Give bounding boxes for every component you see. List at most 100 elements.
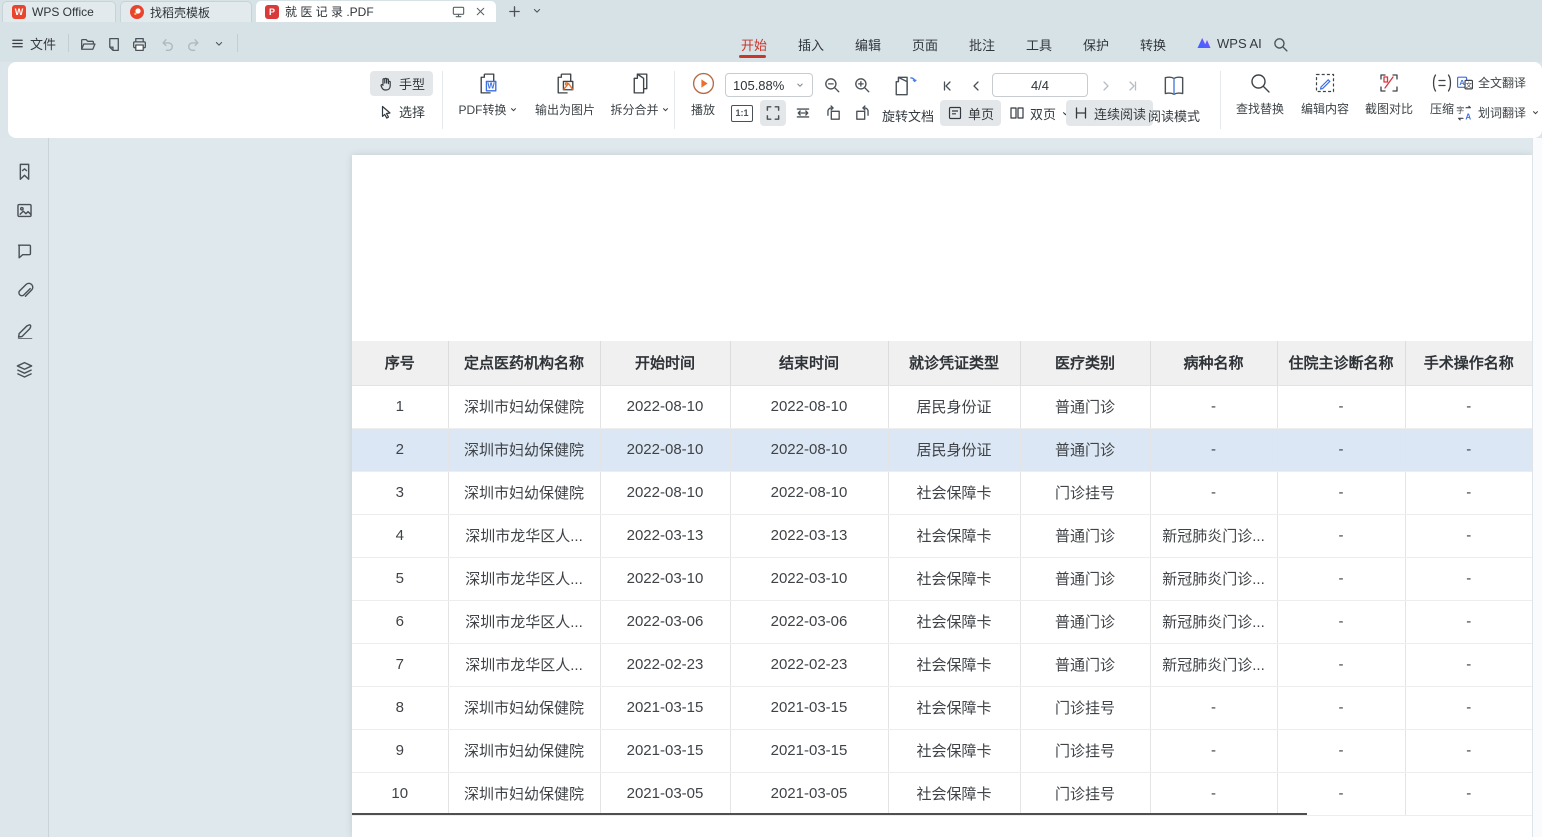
reading-mode-label[interactable]: 阅读模式 <box>1148 106 1200 125</box>
book-icon <box>1161 73 1187 99</box>
rotate-right-button[interactable] <box>852 102 874 124</box>
zoom-out-button[interactable] <box>822 75 842 95</box>
table-cell: 深圳市妇幼保健院 <box>448 772 600 815</box>
vertical-scrollbar[interactable] <box>1532 138 1542 837</box>
menu-item-convert[interactable]: 转换 <box>1138 33 1168 56</box>
menu-item-insert[interactable]: 插入 <box>796 33 826 56</box>
continuous-reading-button[interactable]: 连续阅读 <box>1066 100 1153 126</box>
play-button[interactable]: 播放 <box>680 68 726 132</box>
table-cell: 普通门诊 <box>1020 557 1150 600</box>
find-replace-label: 查找替换 <box>1236 100 1284 117</box>
rotate-left-button[interactable] <box>822 102 844 124</box>
monitor-icon[interactable] <box>451 4 466 19</box>
split-merge-button[interactable]: 拆分合并 <box>604 68 676 132</box>
table-cell: 6 <box>352 600 448 643</box>
select-tool-button[interactable]: 选择 <box>370 99 433 124</box>
table-cell: 新冠肺炎门诊... <box>1150 643 1277 686</box>
wps-ai-button[interactable]: WPS AI <box>1196 32 1262 54</box>
zoom-level-select[interactable]: 105.88% <box>725 73 813 97</box>
select-tool-label: 选择 <box>399 102 425 121</box>
divider <box>674 71 675 129</box>
single-page-button[interactable]: 单页 <box>940 100 1001 126</box>
quick-access-chevron-icon[interactable] <box>209 34 229 54</box>
table-cell: 2022-03-10 <box>600 557 730 600</box>
tab-wps-office[interactable]: W WPS Office <box>2 1 116 22</box>
bookmark-icon[interactable] <box>13 160 35 182</box>
table-cell: 门诊挂号 <box>1020 471 1150 514</box>
menu-item-edit[interactable]: 编辑 <box>853 33 883 56</box>
tab-document-active[interactable]: P 就 医 记 录 .PDF <box>256 1 496 22</box>
zoom-in-button[interactable] <box>852 75 872 95</box>
find-replace-button[interactable]: 查找替换 <box>1228 68 1292 132</box>
undo-icon[interactable] <box>157 34 177 54</box>
file-menu-button[interactable]: 文件 <box>10 32 56 54</box>
rotate-document-label[interactable]: 旋转文档 <box>882 106 934 125</box>
tab-docer-templates[interactable]: 找稻壳模板 <box>120 1 252 22</box>
export-image-button[interactable]: 输出为图片 <box>528 68 602 132</box>
screenshot-compare-button[interactable]: 截图对比 <box>1358 68 1420 132</box>
menu-item-page[interactable]: 页面 <box>910 33 940 56</box>
save-icon[interactable] <box>103 34 123 54</box>
table-row: 3深圳市妇幼保健院2022-08-102022-08-10社会保障卡门诊挂号--… <box>352 471 1532 514</box>
menu-item-tools[interactable]: 工具 <box>1024 33 1054 56</box>
menu-search-icon[interactable] <box>1270 34 1290 54</box>
first-page-button[interactable] <box>938 76 958 96</box>
fit-width-button[interactable] <box>792 103 814 123</box>
hand-tool-button[interactable]: 手型 <box>370 71 433 96</box>
table-cell: 2021-03-15 <box>730 686 888 729</box>
menu-bar: 文件 开始 插入 编辑 页面 批注 工具 保护 转换 WPS AI <box>0 22 1542 62</box>
column-header: 医疗类别 <box>1020 341 1150 385</box>
print-icon[interactable] <box>129 34 149 54</box>
table-cell: 门诊挂号 <box>1020 729 1150 772</box>
table-cell: 2022-03-06 <box>730 600 888 643</box>
open-folder-icon[interactable] <box>77 34 97 54</box>
compress-icon <box>1430 71 1454 95</box>
column-header: 手术操作名称 <box>1405 341 1532 385</box>
last-page-button[interactable] <box>1122 76 1142 96</box>
full-text-translate-button[interactable]: A文 全文翻译 <box>1456 74 1526 91</box>
tab-list-chevron-icon[interactable] <box>528 2 546 20</box>
table-cell: 普通门诊 <box>1020 600 1150 643</box>
pdf-convert-button[interactable]: W PDF转换 <box>450 68 526 132</box>
word-translate-button[interactable]: 字A 划词翻译 <box>1456 104 1540 121</box>
menu-item-home[interactable]: 开始 <box>739 33 769 56</box>
menu-item-protect[interactable]: 保护 <box>1081 33 1111 56</box>
table-cell: - <box>1405 428 1532 471</box>
table-cell: 社会保障卡 <box>888 514 1020 557</box>
find-replace-icon <box>1248 71 1272 95</box>
fit-page-icon <box>764 104 782 122</box>
redo-icon[interactable] <box>183 34 203 54</box>
play-label: 播放 <box>691 101 715 118</box>
table-cell: 深圳市龙华区人... <box>448 514 600 557</box>
actual-size-button[interactable]: 1:1 <box>730 103 754 123</box>
table-cell: - <box>1150 471 1277 514</box>
table-cell: 2021-03-05 <box>730 772 888 815</box>
wps-logo-icon: W <box>12 5 26 19</box>
docer-logo-icon <box>130 5 144 19</box>
table-cell: 7 <box>352 643 448 686</box>
table-row: 6深圳市龙华区人...2022-03-062022-03-06社会保障卡普通门诊… <box>352 600 1532 643</box>
page-number-input[interactable]: 4/4 <box>992 73 1088 97</box>
fit-page-button[interactable] <box>760 100 786 126</box>
menu-item-comment[interactable]: 批注 <box>967 33 997 56</box>
edit-content-label: 编辑内容 <box>1301 100 1349 117</box>
replace-pages-button[interactable] <box>892 72 920 100</box>
previous-page-button[interactable] <box>966 76 986 96</box>
new-tab-button[interactable] <box>505 2 523 20</box>
table-cell: - <box>1277 643 1405 686</box>
attachment-icon[interactable] <box>13 279 35 301</box>
comments-icon[interactable] <box>13 239 35 261</box>
table-cell: - <box>1150 428 1277 471</box>
active-menu-underline <box>739 55 766 58</box>
layers-icon[interactable] <box>13 358 35 380</box>
edit-content-button[interactable]: 编辑内容 <box>1294 68 1356 132</box>
reading-mode-button[interactable] <box>1160 72 1188 100</box>
table-cell: 2021-03-15 <box>600 729 730 772</box>
table-cell: - <box>1405 686 1532 729</box>
table-cell: 门诊挂号 <box>1020 772 1150 815</box>
signature-icon[interactable] <box>13 318 35 340</box>
hamburger-icon <box>10 36 25 51</box>
thumbnails-icon[interactable] <box>13 199 35 221</box>
close-tab-icon[interactable] <box>474 5 487 18</box>
next-page-button[interactable] <box>1096 76 1116 96</box>
